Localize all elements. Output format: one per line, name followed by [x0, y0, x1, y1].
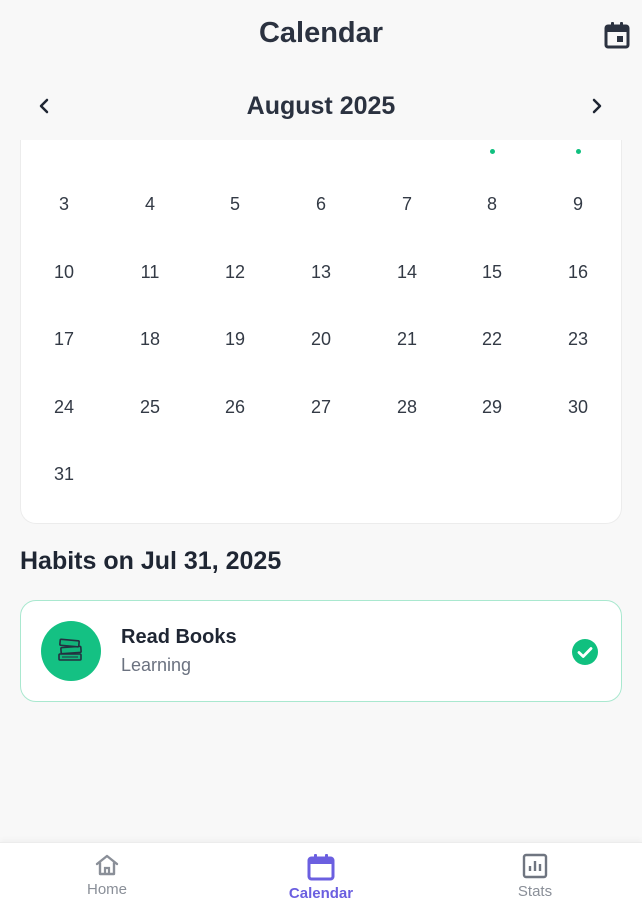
- calendar-day[interactable]: 21: [377, 319, 437, 359]
- calendar-day[interactable]: 23: [548, 319, 608, 359]
- calendar-grid: 3 4 5 6 7 8 9 10 11 12 13 14 15 16 17 18…: [20, 140, 622, 524]
- habit-card[interactable]: Read Books Learning: [20, 600, 622, 702]
- calendar-day[interactable]: 6: [291, 184, 351, 224]
- calendar-day[interactable]: 3: [34, 184, 94, 224]
- calendar-day[interactable]: 13: [291, 252, 351, 292]
- calendar-day[interactable]: 10: [34, 252, 94, 292]
- stats-icon: [522, 853, 548, 879]
- month-title: August 2025: [246, 92, 396, 120]
- calendar-day[interactable]: 18: [120, 319, 180, 359]
- tab-stats-label: Stats: [517, 883, 553, 900]
- check-circle-icon[interactable]: [572, 639, 598, 665]
- month-navigation: August 2025: [0, 82, 642, 130]
- calendar-day[interactable]: 31: [34, 454, 94, 494]
- calendar-day[interactable]: 27: [291, 387, 351, 427]
- calendar-day[interactable]: 15: [462, 252, 522, 292]
- calendar-day[interactable]: 12: [205, 252, 265, 292]
- calendar-icon: [604, 22, 630, 49]
- calendar-day[interactable]: 25: [120, 387, 180, 427]
- habit-name: Read Books: [121, 626, 237, 648]
- calendar-icon: [307, 854, 335, 881]
- calendar-day[interactable]: 8: [462, 184, 522, 224]
- books-icon: [58, 638, 82, 661]
- calendar-day[interactable]: 20: [291, 319, 351, 359]
- next-month-button[interactable]: [579, 88, 615, 124]
- tab-calendar-label: Calendar: [288, 885, 354, 902]
- calendar-day[interactable]: 7: [377, 184, 437, 224]
- completion-dot: [576, 149, 581, 154]
- tab-home-label: Home: [86, 881, 127, 898]
- calendar-day[interactable]: 11: [120, 252, 180, 292]
- today-button[interactable]: [600, 18, 634, 52]
- calendar-day[interactable]: 14: [377, 252, 437, 292]
- calendar-day[interactable]: 28: [377, 387, 437, 427]
- calendar-day[interactable]: 4: [120, 184, 180, 224]
- tab-stats[interactable]: Stats: [428, 843, 642, 912]
- calendar-day[interactable]: 30: [548, 387, 608, 427]
- calendar-day[interactable]: 16: [548, 252, 608, 292]
- calendar-day[interactable]: 19: [205, 319, 265, 359]
- calendar-day[interactable]: 9: [548, 184, 608, 224]
- habit-category: Learning: [121, 655, 192, 675]
- calendar-day[interactable]: 17: [34, 319, 94, 359]
- bottom-navigation: Home Calendar Stats: [0, 842, 642, 912]
- calendar-day[interactable]: 29: [462, 387, 522, 427]
- tab-home[interactable]: Home: [0, 843, 214, 912]
- completion-dot: [490, 149, 495, 154]
- app-root: Calendar August 2025 3 4 5 6 7 8 9 10 11…: [0, 0, 642, 912]
- calendar-day[interactable]: 26: [205, 387, 265, 427]
- calendar-day[interactable]: 24: [34, 387, 94, 427]
- chevron-right-icon: [592, 98, 602, 114]
- home-icon: [95, 854, 119, 876]
- calendar-day[interactable]: 5: [205, 184, 265, 224]
- calendar-day[interactable]: 22: [462, 319, 522, 359]
- app-bar: Calendar: [0, 0, 642, 70]
- habits-heading: Habits on Jul 31, 2025: [20, 547, 282, 575]
- page-title: Calendar: [258, 17, 384, 49]
- tab-calendar[interactable]: Calendar: [214, 843, 428, 912]
- habit-avatar: [41, 621, 101, 681]
